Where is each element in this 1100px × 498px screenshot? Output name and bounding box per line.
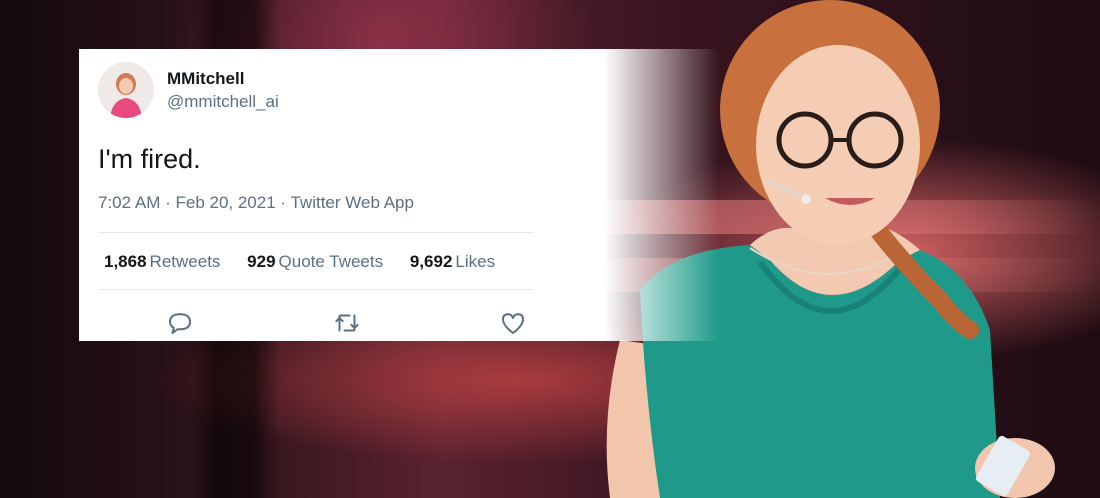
divider [98,289,534,290]
avatar-image [98,62,154,118]
like-button[interactable] [498,308,528,338]
like-icon [502,313,524,334]
display-name[interactable]: MMitchell [167,69,244,89]
divider [98,232,534,233]
retweet-button[interactable] [332,308,362,338]
reply-icon [169,313,191,334]
avatar[interactable] [98,62,154,118]
tweet-actions [98,308,534,338]
likes-stat[interactable]: 9,692 Likes [410,252,495,271]
tweet-text: I'm fired. [98,144,201,174]
tweet-meta[interactable]: 7:02 AM · Feb 20, 2021 · Twitter Web App [98,193,414,213]
retweet-icon [335,314,359,332]
retweets-stat[interactable]: 1,868 Retweets [104,252,220,271]
tweet-card: MMitchell @mmitchell_ai I'm fired. 7:02 … [79,49,719,341]
reply-button[interactable] [165,308,195,338]
tweet-stats: 1,868 Retweets 929 Quote Tweets 9,692 Likes [104,252,517,272]
quote-tweets-stat[interactable]: 929 Quote Tweets [247,252,383,271]
user-handle[interactable]: @mmitchell_ai [167,92,279,112]
